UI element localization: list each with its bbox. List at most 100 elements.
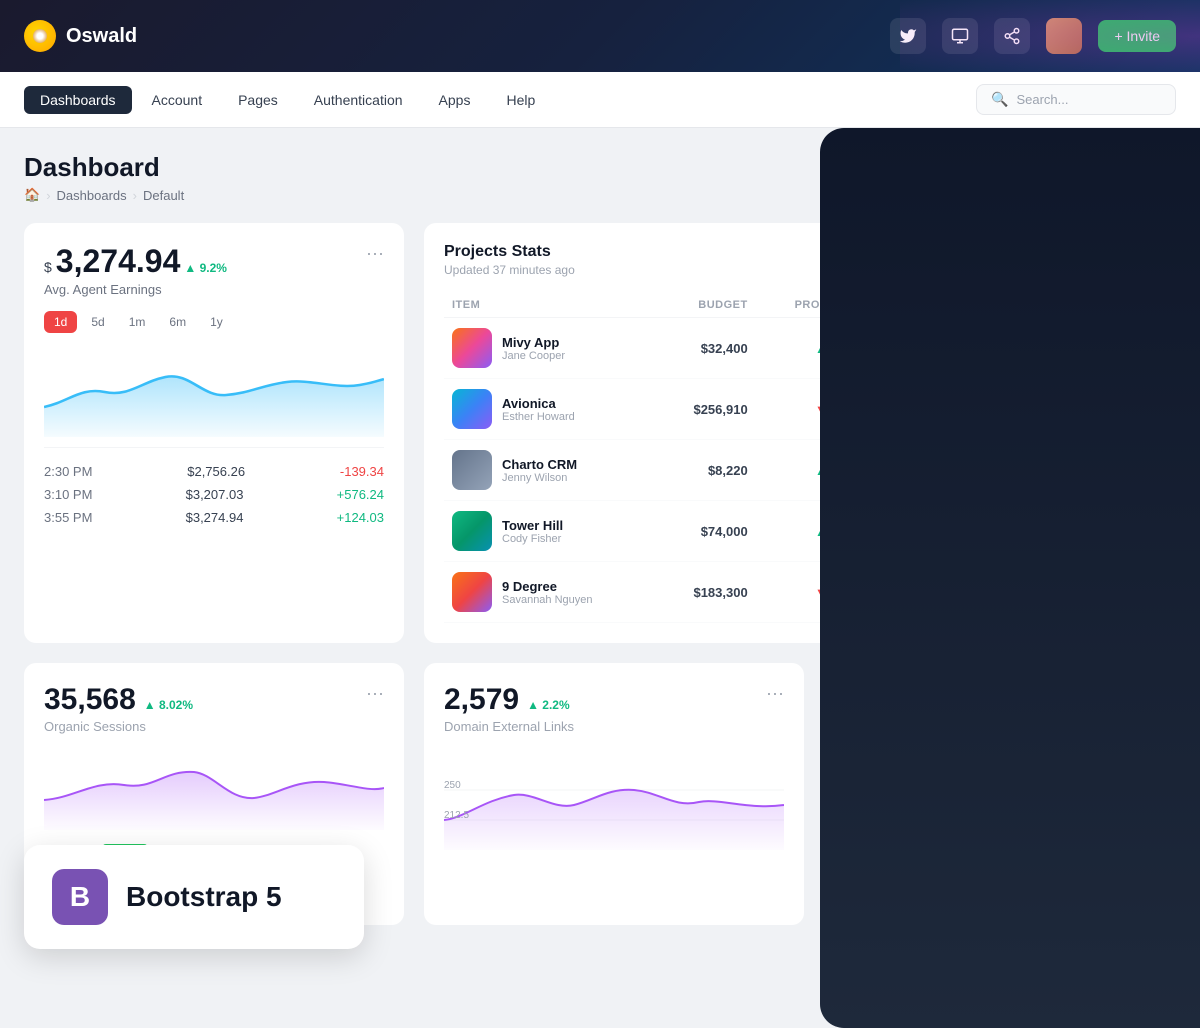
- earnings-label: Avg. Agent Earnings: [44, 282, 227, 297]
- page-header-left: Dashboard 🏠 › Dashboards › Default: [24, 152, 184, 203]
- time-filter-1d[interactable]: 1d: [44, 311, 77, 333]
- social-text-0: Dribbble Community: [886, 759, 942, 786]
- page-header: Dashboard 🏠 › Dashboards › Default New P…: [24, 152, 1176, 203]
- topbar-icon-share[interactable]: [994, 18, 1030, 54]
- table-row: Avionica Esther Howard $256,910 ▼ 0.4% O…: [444, 379, 1156, 440]
- breadcrumb-dashboards[interactable]: Dashboards: [57, 188, 127, 203]
- social-name-0: Dribbble: [886, 759, 942, 774]
- value-2: $3,207.03: [186, 487, 244, 502]
- nav-item-authentication[interactable]: Authentication: [298, 86, 419, 114]
- social-count-1: 1,088: [1063, 818, 1096, 833]
- col-budget: BUDGET: [659, 293, 756, 318]
- earnings-chart: [44, 347, 384, 437]
- social-icon-1: in: [844, 809, 876, 841]
- project-name-3: Tower Hill: [502, 518, 563, 533]
- earnings-row-1: 2:30 PM $2,756.26 -139.34: [44, 460, 384, 483]
- nav-item-dashboards[interactable]: Dashboards: [24, 86, 132, 114]
- earnings-more-button[interactable]: ···: [366, 243, 384, 264]
- project-thumb-4: [452, 572, 492, 612]
- projects-title: Projects Stats: [444, 243, 575, 261]
- table-row: 9 Degree Savannah Nguyen $183,300 ▼ 0.4%…: [444, 562, 1156, 623]
- project-name-2: Charto CRM: [502, 457, 577, 472]
- topbar-icon-bird[interactable]: [890, 18, 926, 54]
- project-item-1: Avionica Esther Howard: [444, 379, 659, 440]
- social-change-0: ▲ 2.6%: [1113, 765, 1156, 779]
- domain-links-card: 2,579 ▲ 2.2% Domain External Links ···: [424, 663, 804, 925]
- project-item-0: Mivy App Jane Cooper: [444, 318, 659, 379]
- col-chart: CHART: [997, 293, 1093, 318]
- project-thumb-0: [452, 328, 492, 368]
- reports-button[interactable]: Reports: [1095, 152, 1176, 186]
- nav-item-help[interactable]: Help: [490, 86, 551, 114]
- social-more-button[interactable]: ···: [1138, 683, 1156, 704]
- search-icon: 🔍: [991, 91, 1008, 108]
- project-view-2[interactable]: →: [1093, 440, 1156, 501]
- new-project-button[interactable]: New Project: [976, 152, 1085, 186]
- project-chart-2: [997, 440, 1093, 501]
- project-arrow-4[interactable]: →: [1101, 578, 1129, 606]
- project-view-0[interactable]: →: [1093, 318, 1156, 379]
- project-arrow-3[interactable]: →: [1101, 517, 1129, 545]
- project-chart-0: [997, 318, 1093, 379]
- sessions-chart: [44, 750, 384, 830]
- logo-icon: [24, 20, 56, 52]
- nav-item-pages[interactable]: Pages: [222, 86, 294, 114]
- sessions-info: 35,568 ▲ 8.02% Organic Sessions: [44, 683, 193, 734]
- social-count-2: 794: [1074, 871, 1096, 886]
- projects-header: Projects Stats Updated 37 minutes ago Hi…: [444, 243, 1156, 277]
- project-view-1[interactable]: →: [1093, 379, 1156, 440]
- project-person-0: Jane Cooper: [502, 350, 565, 362]
- project-status-3: Completed: [869, 501, 997, 562]
- earnings-value: 3,274.94: [56, 243, 181, 280]
- social-count-0: 579: [1074, 765, 1096, 780]
- project-arrow-0[interactable]: →: [1101, 334, 1129, 362]
- social-icon-0: 🏀: [844, 756, 876, 788]
- project-person-2: Jenny Wilson: [502, 472, 577, 484]
- breadcrumb: 🏠 › Dashboards › Default: [24, 187, 184, 203]
- avatar-image: [1046, 18, 1082, 54]
- topbar-icon-monitor[interactable]: [942, 18, 978, 54]
- domain-more-button[interactable]: ···: [766, 683, 784, 704]
- project-arrow-1[interactable]: →: [1101, 395, 1129, 423]
- time-filter-6m[interactable]: 6m: [159, 311, 196, 333]
- invite-button[interactable]: + Invite: [1098, 20, 1176, 52]
- time-filter-1m[interactable]: 1m: [119, 311, 156, 333]
- earnings-row-2: 3:10 PM $3,207.03 +576.24: [44, 483, 384, 506]
- social-change-2: ▲ 0.2%: [1113, 871, 1156, 885]
- project-thumb-1: [452, 389, 492, 429]
- history-button[interactable]: History: [1086, 243, 1156, 270]
- projects-table-header: ITEM BUDGET PROGRESS STATUS CHART VIEW: [444, 293, 1156, 318]
- social-type-0: Community: [886, 774, 942, 786]
- social-label: Visits by Social Networks: [844, 719, 989, 734]
- top-actions: + Invite: [890, 18, 1176, 54]
- bootstrap-overlay: B Bootstrap 5: [24, 845, 364, 949]
- time-filter-5d[interactable]: 5d: [81, 311, 114, 333]
- nav-item-apps[interactable]: Apps: [423, 86, 487, 114]
- project-view-3[interactable]: →: [1093, 501, 1156, 562]
- currency-symbol: $: [44, 259, 52, 275]
- sessions-more-button[interactable]: ···: [366, 683, 384, 704]
- time-filter-1y[interactable]: 1y: [200, 311, 233, 333]
- search-input[interactable]: [1016, 92, 1156, 107]
- page-title: Dashboard: [24, 152, 184, 183]
- earnings-header: $ 3,274.94 ▲ 9.2% Avg. Agent Earnings ··…: [44, 243, 384, 297]
- breadcrumb-home-icon: 🏠: [24, 187, 40, 203]
- social-value: 5,037: [844, 683, 919, 717]
- project-arrow-2[interactable]: →: [1101, 456, 1129, 484]
- project-budget-2: $8,220: [659, 440, 756, 501]
- navbar: Dashboards Account Pages Authentication …: [0, 72, 1200, 128]
- social-item: in Linked In Social Media 1,088 ▼ 0.4%: [844, 799, 1156, 852]
- value-3: $3,274.94: [186, 510, 244, 525]
- project-item-2: Charto CRM Jenny Wilson: [444, 440, 659, 501]
- project-progress-2: ▲ 9.2%: [756, 440, 869, 501]
- sessions-value: 35,568: [44, 683, 136, 717]
- domain-info: 2,579 ▲ 2.2% Domain External Links: [444, 683, 574, 734]
- project-view-4[interactable]: →: [1093, 562, 1156, 623]
- svg-text:250: 250: [444, 780, 461, 791]
- user-avatar[interactable]: [1046, 18, 1082, 54]
- earnings-change: ▲ 9.2%: [184, 261, 227, 275]
- project-item-3: Tower Hill Cody Fisher: [444, 501, 659, 562]
- nav-item-account[interactable]: Account: [136, 86, 219, 114]
- project-person-3: Cody Fisher: [502, 533, 563, 545]
- project-thumb-3: [452, 511, 492, 551]
